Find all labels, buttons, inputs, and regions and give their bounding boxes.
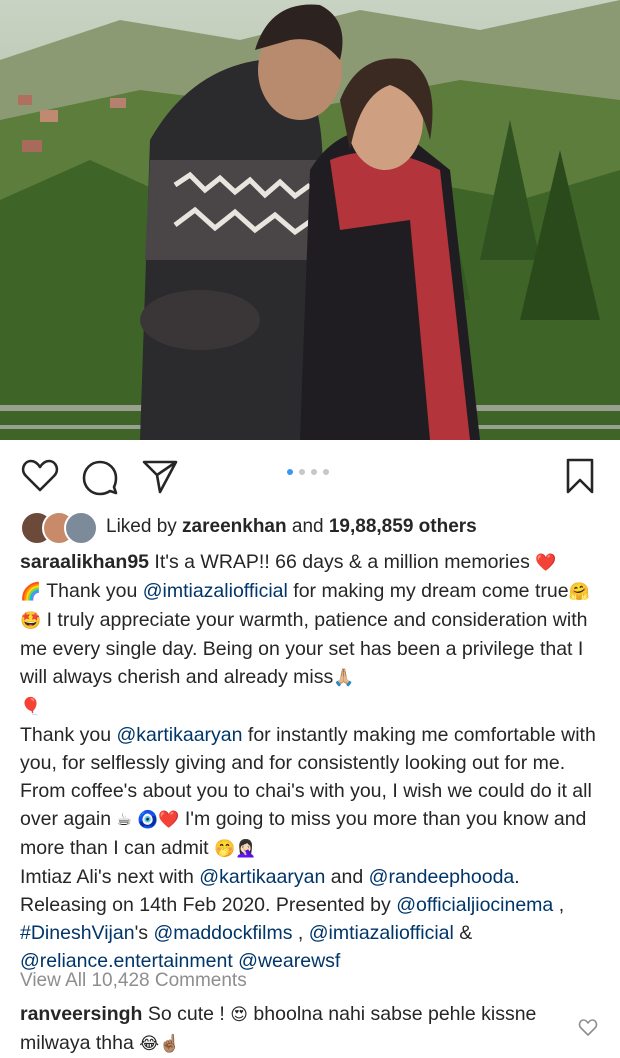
paper-plane-icon[interactable]: [140, 456, 180, 496]
likes-count[interactable]: 19,88,859 others: [329, 516, 477, 537]
bookmark-icon[interactable]: [560, 456, 600, 496]
caption-paragraph-2: Thank you @kartikaaryan for instantly ma…: [20, 721, 605, 863]
rainbow-emoji: 🌈: [20, 582, 42, 602]
avatar: [64, 511, 98, 545]
hashtag-link[interactable]: #DineshVijan: [20, 922, 135, 944]
carousel-dot: [323, 469, 329, 475]
likes-prefix: Liked by: [106, 516, 183, 537]
caption-text: Thank you: [41, 580, 143, 602]
mention-link[interactable]: @wearewsf: [238, 950, 340, 972]
caption-text: ,: [292, 922, 309, 944]
caption-text: Thank you: [20, 724, 117, 746]
caption-paragraph-1: saraalikhan95 It's a WRAP!! 66 days & a …: [20, 548, 605, 721]
carousel-indicator: [287, 469, 329, 475]
comment-text: So cute !: [142, 1003, 231, 1025]
heart-eyes-emoji: 😍: [230, 1005, 249, 1025]
mention-link[interactable]: @reliance.entertainment: [20, 950, 233, 972]
heart-outline-icon[interactable]: [20, 456, 60, 496]
carousel-dot: [287, 469, 293, 475]
likes-text: Liked by zareenkhan and 19,88,859 others: [106, 516, 477, 538]
likes-middle: and: [286, 516, 329, 537]
pray-emoji: 🙏🏼: [333, 668, 355, 688]
mention-link[interactable]: @imtiazaliofficial: [309, 922, 454, 944]
mention-link[interactable]: @kartikaaryan: [199, 866, 325, 888]
caption-text: ,: [553, 894, 565, 916]
view-all-comments-link[interactable]: View All 10,428 Comments: [20, 970, 247, 992]
post-photo[interactable]: [0, 0, 620, 440]
caption-text: I truly appreciate your warmth, patience…: [20, 609, 588, 688]
comment-username[interactable]: ranveersingh: [20, 1003, 142, 1025]
mention-link[interactable]: @kartikaaryan: [116, 724, 242, 746]
laugh-point-emoji: 😂☝🏽: [139, 1034, 181, 1054]
heart-emoji: ❤️: [535, 553, 557, 573]
comment-bubble-icon[interactable]: [80, 456, 120, 496]
small-heart-icon[interactable]: [578, 1018, 598, 1038]
likes-row[interactable]: Liked by zareenkhan and 19,88,859 others: [20, 510, 610, 545]
mention-link[interactable]: @imtiazaliofficial: [143, 580, 288, 602]
caption-text: and: [325, 866, 369, 888]
caption-text: It's a WRAP!! 66 days & a million memori…: [149, 551, 536, 573]
carousel-dot: [299, 469, 305, 475]
caption-text: for making my dream come true: [287, 580, 569, 602]
mention-link[interactable]: @officialjiocinema: [396, 894, 553, 916]
caption-text: Imtiaz Ali's next with: [20, 866, 200, 888]
carousel-dot: [311, 469, 317, 475]
balloon-emoji: 🎈: [20, 697, 42, 717]
coffee-eye-heart-emoji: ☕ 🧿❤️: [116, 810, 180, 830]
caption-paragraph-3: Imtiaz Ali's next with @kartikaaryan and…: [20, 863, 605, 975]
liker-avatars: [20, 511, 100, 545]
mention-link[interactable]: @maddockfilms: [153, 922, 292, 944]
couple-mountain-photo: [0, 0, 620, 440]
post-caption: saraalikhan95 It's a WRAP!! 66 days & a …: [20, 548, 605, 975]
liker-username[interactable]: zareenkhan: [182, 516, 287, 537]
facepalm-emoji: 🤭🤦🏻‍♀️: [214, 839, 257, 859]
comment-row: ranveersingh So cute ! 😍 bhoolna nahi sa…: [20, 1000, 560, 1058]
caption-username[interactable]: saraalikhan95: [20, 551, 149, 573]
caption-text: 's: [134, 922, 154, 944]
mention-link[interactable]: @randeephooda: [369, 866, 515, 888]
caption-text: &: [453, 922, 473, 944]
